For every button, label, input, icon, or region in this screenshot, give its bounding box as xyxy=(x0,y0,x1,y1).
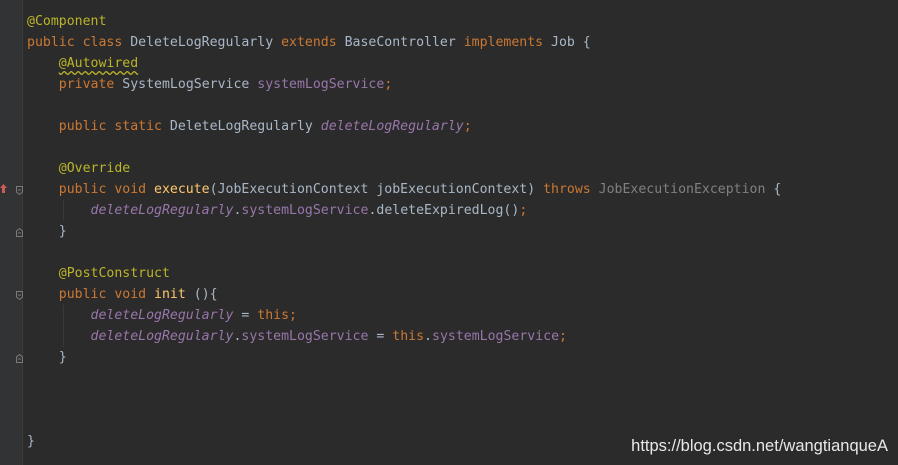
method-params: (JobExecutionContext jobExecutionContext… xyxy=(209,182,544,197)
fold-marker-icon[interactable] xyxy=(16,291,23,300)
code-line-12[interactable] xyxy=(27,242,898,263)
base-class-name: BaseController xyxy=(344,35,464,50)
editor-gutter xyxy=(0,0,23,465)
keyword: private xyxy=(58,77,123,92)
code-line-20[interactable] xyxy=(27,410,898,431)
semicolon: ; xyxy=(463,119,472,134)
watermark-url: https://blog.csdn.net/wangtianqueA xyxy=(631,437,888,455)
semicolon: ; xyxy=(559,329,567,344)
operator: = xyxy=(368,329,393,344)
annotation-postconstruct: @PostConstruct xyxy=(58,266,170,281)
code-line-15[interactable]: deleteLogRegularly = this; xyxy=(27,305,898,326)
semicolon: ; xyxy=(519,203,528,218)
field-name: systemLogService xyxy=(257,77,385,92)
keyword: throws xyxy=(543,182,599,197)
exception-name: JobExecutionException xyxy=(598,182,766,197)
brace: } xyxy=(58,350,67,365)
code-line-13[interactable]: @PostConstruct xyxy=(27,263,898,284)
annotation-component: @Component xyxy=(27,14,107,29)
method-params: (){ xyxy=(185,287,218,302)
code-line-17[interactable]: } xyxy=(27,347,898,368)
method-name: init xyxy=(154,287,186,302)
class-name: DeleteLogRegularly xyxy=(130,35,282,50)
keyword: public class xyxy=(27,35,131,50)
type-name: SystemLogService xyxy=(122,77,258,92)
code-line-3[interactable]: @Autowired xyxy=(27,53,898,74)
code-line-4[interactable]: private SystemLogService systemLogServic… xyxy=(27,74,898,95)
code-line-18[interactable] xyxy=(27,368,898,389)
field-name: systemLogService xyxy=(432,329,560,344)
semicolon: ; xyxy=(289,308,297,323)
code-editor[interactable]: @Component public class DeleteLogRegular… xyxy=(27,11,898,465)
code-line-1[interactable]: @Component xyxy=(27,11,898,32)
static-field-name: deleteLogRegularly xyxy=(320,119,464,134)
keyword: public void xyxy=(58,182,155,197)
semicolon: ; xyxy=(384,77,393,92)
code-line-5[interactable] xyxy=(27,95,898,116)
operator: = xyxy=(233,308,258,323)
method-call: .deleteExpiredLog() xyxy=(368,203,520,218)
code-line-19[interactable] xyxy=(27,389,898,410)
dot: . xyxy=(424,329,432,344)
keyword: public static xyxy=(58,119,170,134)
annotation-override: @Override xyxy=(58,161,131,176)
keyword: extends xyxy=(281,35,345,50)
brace: } xyxy=(27,434,35,449)
code-line-14[interactable]: public void init (){ xyxy=(27,284,898,305)
keyword: this xyxy=(257,308,290,323)
override-marker-icon[interactable] xyxy=(0,184,7,193)
keyword: this xyxy=(392,329,425,344)
field-name: systemLogService xyxy=(241,329,369,344)
fold-end-marker-icon[interactable] xyxy=(16,354,23,363)
code-line-16[interactable]: deleteLogRegularly.systemLogService = th… xyxy=(27,326,898,347)
code-line-9[interactable]: public void execute(JobExecutionContext … xyxy=(27,179,898,200)
code-line-8[interactable]: @Override xyxy=(27,158,898,179)
code-line-11[interactable]: } xyxy=(27,221,898,242)
keyword: implements xyxy=(463,35,552,50)
static-field-name: deleteLogRegularly xyxy=(90,329,234,344)
fold-end-marker-icon[interactable] xyxy=(16,228,23,237)
code-line-10[interactable]: deleteLogRegularly.systemLogService.dele… xyxy=(27,200,898,221)
code-line-2[interactable]: public class DeleteLogRegularly extends … xyxy=(27,32,898,53)
interface-name: Job { xyxy=(551,35,591,50)
brace: { xyxy=(765,182,782,197)
fold-marker-icon[interactable] xyxy=(16,186,23,195)
keyword: public void xyxy=(58,287,155,302)
code-line-6[interactable]: public static DeleteLogRegularly deleteL… xyxy=(27,116,898,137)
method-name: execute xyxy=(154,182,210,197)
field-name: systemLogService xyxy=(241,203,369,218)
annotation-autowired: @Autowired xyxy=(58,56,139,71)
type-name: DeleteLogRegularly xyxy=(169,119,321,134)
static-field-name: deleteLogRegularly xyxy=(90,203,234,218)
brace: } xyxy=(58,224,67,239)
code-line-7[interactable] xyxy=(27,137,898,158)
static-field-name: deleteLogRegularly xyxy=(90,308,234,323)
